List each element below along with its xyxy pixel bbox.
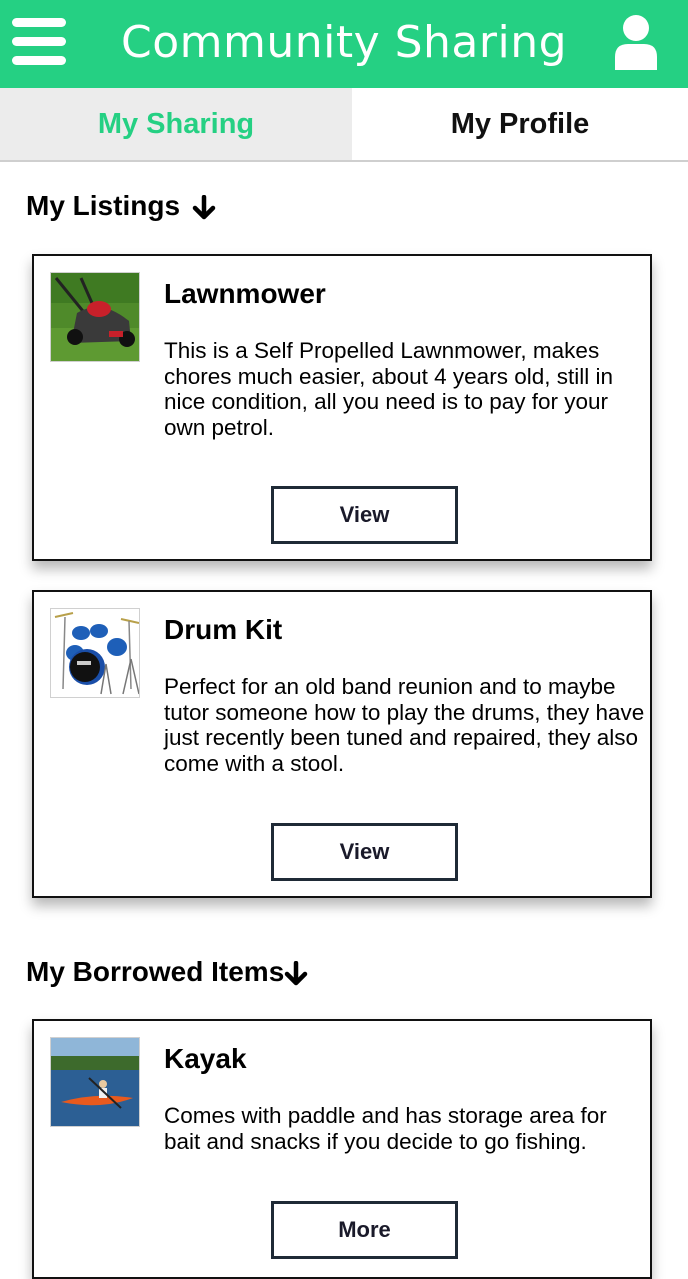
my-listings-heading[interactable]: My Listings	[26, 190, 216, 222]
arrow-down-icon	[192, 194, 216, 219]
listing-description: Perfect for an old band reunion and to m…	[164, 674, 645, 776]
my-borrowed-items-heading-label: My Borrowed Items	[26, 956, 285, 987]
app-header: Community Sharing	[0, 0, 688, 88]
view-button[interactable]: View	[271, 486, 458, 544]
listing-title: Drum Kit	[164, 614, 283, 645]
app-title: Community Sharing	[120, 17, 568, 68]
my-borrowed-items-heading[interactable]: My Borrowed Items	[26, 956, 308, 988]
user-icon[interactable]	[612, 15, 660, 70]
more-button[interactable]: More	[271, 1201, 458, 1259]
borrowed-item-card: Kayak Comes with paddle and has storage …	[32, 1019, 652, 1279]
arrow-down-icon	[285, 960, 308, 985]
listing-card: Lawnmower This is a Self Propelled Lawnm…	[32, 254, 652, 561]
listing-card: Drum Kit Perfect for an old band reunion…	[32, 590, 652, 898]
borrowed-item-title: Kayak	[164, 1043, 247, 1074]
tab-bar: My Sharing My Profile	[0, 88, 688, 162]
lawnmower-image	[50, 272, 140, 362]
kayak-image	[50, 1037, 140, 1127]
my-listings-heading-label: My Listings	[26, 190, 181, 221]
hamburger-menu-icon[interactable]	[12, 18, 66, 66]
borrowed-item-description: Comes with paddle and has storage area f…	[164, 1103, 607, 1154]
tab-my-sharing[interactable]: My Sharing	[0, 88, 352, 160]
drum-kit-image	[50, 608, 140, 698]
listing-title: Lawnmower	[164, 278, 326, 309]
listing-description: This is a Self Propelled Lawnmower, make…	[164, 338, 613, 440]
tab-my-profile[interactable]: My Profile	[352, 88, 688, 160]
view-button[interactable]: View	[271, 823, 458, 881]
